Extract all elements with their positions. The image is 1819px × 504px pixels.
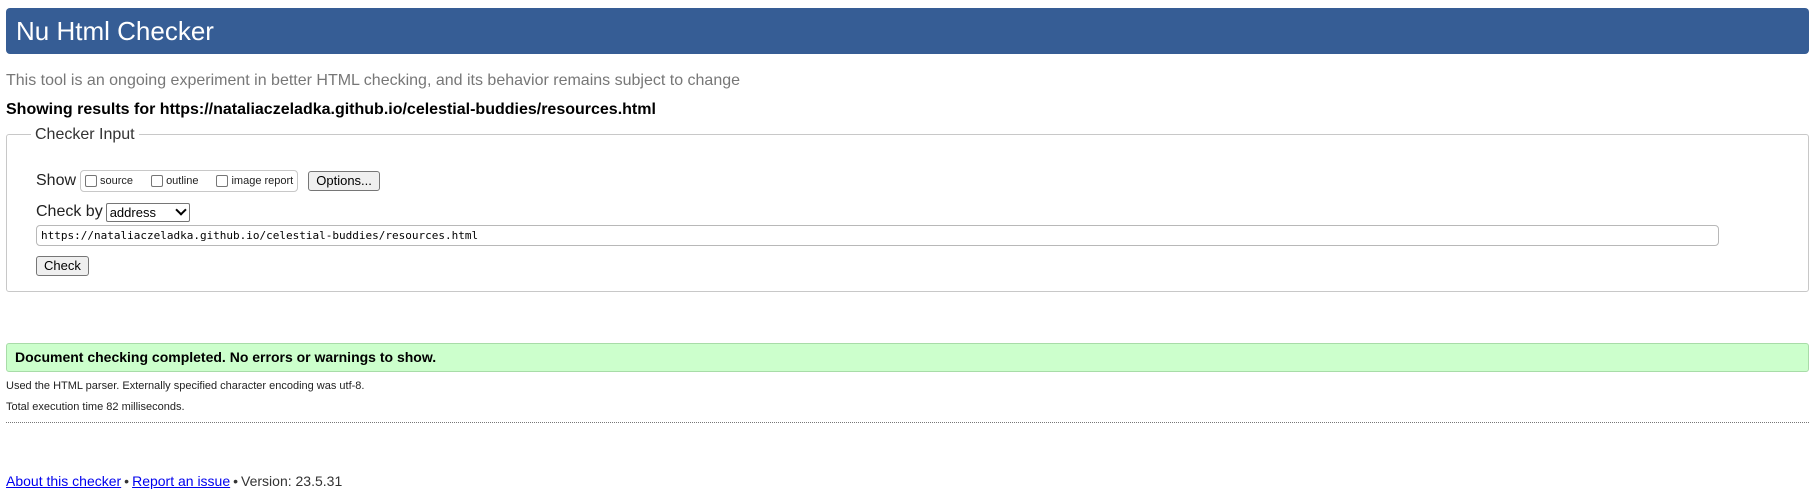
showing-results-heading: Showing results for https://nataliaczela… bbox=[6, 101, 656, 118]
success-message: Document checking completed. No errors o… bbox=[6, 343, 1809, 372]
source-checkbox[interactable]: source bbox=[81, 175, 133, 187]
show-label: Show bbox=[36, 172, 77, 189]
checkbox-box[interactable] bbox=[85, 175, 98, 187]
footer-separator: • bbox=[233, 473, 239, 489]
chevron-down-icon bbox=[175, 204, 187, 216]
execution-time-note: Total execution time 82 milliseconds. bbox=[6, 401, 185, 413]
page-title: Nu Html Checker bbox=[16, 16, 214, 46]
footer-separator: • bbox=[124, 473, 130, 489]
page: Nu Html Checker This tool is an ongoing … bbox=[0, 0, 1819, 504]
check-by-select[interactable]: address bbox=[105, 202, 190, 222]
header-bar: Nu Html Checker bbox=[6, 8, 1809, 54]
checkbox-box[interactable] bbox=[151, 175, 164, 187]
divider bbox=[6, 422, 1809, 423]
check-by-row: Check by address bbox=[36, 201, 190, 223]
check-by-label: Check by bbox=[36, 203, 103, 220]
outline-checkbox[interactable]: outline bbox=[147, 175, 198, 187]
options-button[interactable]: Options... bbox=[308, 171, 380, 191]
outline-checkbox-label: outline bbox=[166, 175, 199, 187]
about-checker-link[interactable]: About this checker bbox=[6, 473, 121, 489]
check-button[interactable]: Check bbox=[36, 256, 89, 276]
version-text: Version: 23.5.31 bbox=[241, 473, 343, 489]
checkbox-box[interactable] bbox=[216, 175, 229, 187]
report-issue-link[interactable]: Report an issue bbox=[132, 473, 230, 489]
checker-input-legend: Checker Input bbox=[31, 125, 139, 145]
show-options-group: source outline image report bbox=[80, 170, 299, 192]
url-input[interactable]: https://nataliaczeladka.github.io/celest… bbox=[36, 225, 1719, 246]
image-report-checkbox-label: image report bbox=[231, 175, 294, 187]
source-checkbox-label: source bbox=[100, 175, 134, 187]
parser-note: Used the HTML parser. Externally specifi… bbox=[6, 380, 365, 392]
checker-input-fieldset: Checker Input Show source outline image … bbox=[6, 125, 1809, 292]
tagline: This tool is an ongoing experiment in be… bbox=[6, 72, 741, 89]
image-report-checkbox[interactable]: image report bbox=[212, 175, 293, 187]
show-row: Show source outline image report Options… bbox=[36, 169, 380, 193]
footer: About this checker • Report an issue • Versi… bbox=[6, 473, 342, 489]
check-by-selected-value: address bbox=[109, 204, 156, 220]
